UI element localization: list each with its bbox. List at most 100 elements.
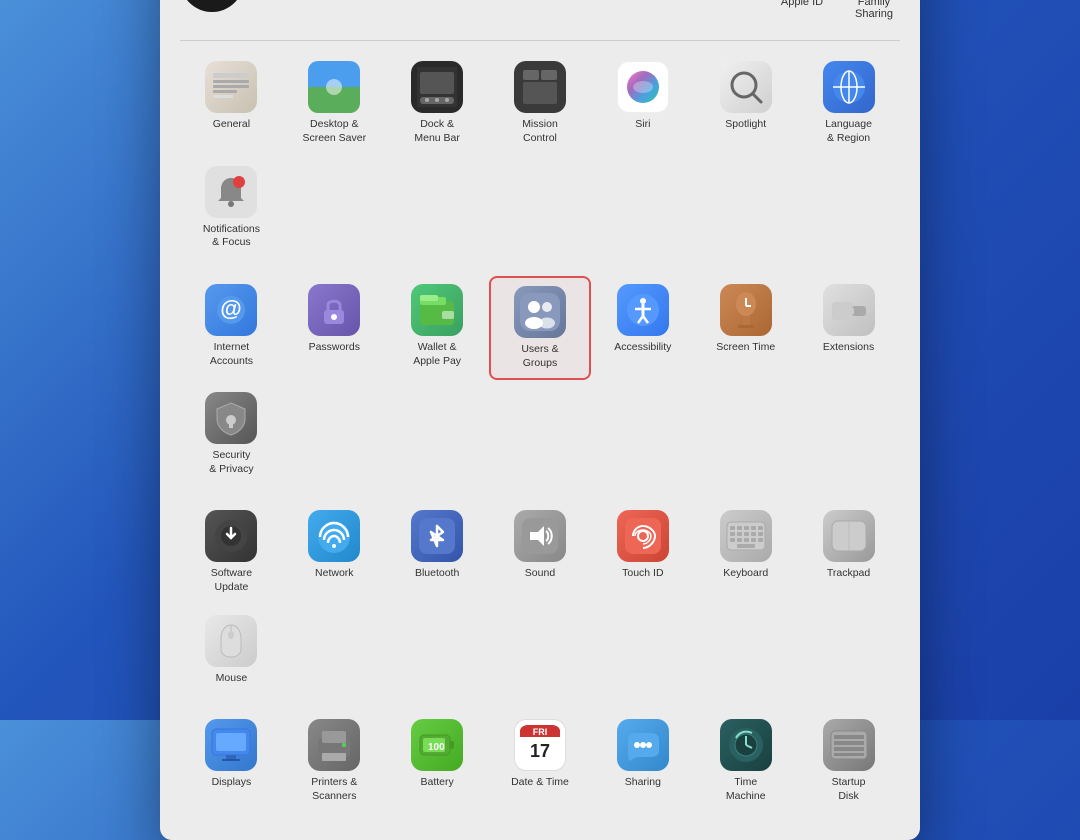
users-icon — [514, 286, 566, 338]
language-icon — [823, 61, 875, 113]
sidebar-item-dock[interactable]: Dock &Menu Bar — [386, 53, 489, 153]
dock-icon — [411, 61, 463, 113]
avatar[interactable]: PM — [180, 0, 244, 12]
sidebar-item-network[interactable]: Network — [283, 502, 386, 602]
spotlight-label: Spotlight — [725, 118, 766, 132]
network-icon — [308, 510, 360, 562]
printers-icon — [308, 719, 360, 771]
sidebar-item-timemachine[interactable]: TimeMachine — [694, 711, 797, 811]
spotlight-icon — [720, 61, 772, 113]
general-icon — [205, 61, 257, 113]
screentime-label: Screen Time — [716, 341, 775, 355]
sidebar-item-passwords[interactable]: Passwords — [283, 276, 386, 380]
accessibility-label: Accessibility — [614, 341, 671, 355]
sidebar-item-sharing[interactable]: Sharing — [591, 711, 694, 811]
passwords-icon — [308, 284, 360, 336]
timemachine-label: TimeMachine — [726, 776, 766, 803]
passwords-label: Passwords — [309, 341, 360, 355]
system-preferences-window: ‹ › ⊞ System Preferences 🔍 PM Parsanme A… — [160, 0, 920, 840]
row-4: Displays Printers &Scanners — [180, 711, 900, 811]
sidebar-item-extensions[interactable]: Extensions — [797, 276, 900, 380]
mission-icon — [514, 61, 566, 113]
desktop-icon — [308, 61, 360, 113]
language-label: Language& Region — [825, 118, 872, 145]
sidebar-item-desktop[interactable]: Desktop &Screen Saver — [283, 53, 386, 153]
screentime-icon — [720, 284, 772, 336]
sidebar-item-bluetooth[interactable]: Bluetooth — [386, 502, 489, 602]
software-icon — [205, 510, 257, 562]
users-label: Users &Groups — [521, 343, 558, 370]
sidebar-item-touchid[interactable]: Touch ID — [591, 502, 694, 602]
sidebar-item-keyboard[interactable]: Keyboard — [694, 502, 797, 602]
sidebar-item-spotlight[interactable]: Spotlight — [694, 53, 797, 153]
family-sharing-item[interactable]: FamilySharing — [848, 0, 900, 20]
touchid-icon — [617, 510, 669, 562]
svg-text:@: @ — [221, 296, 242, 321]
sidebar-item-datetime[interactable]: FRI 17 Date & Time — [489, 711, 592, 811]
sidebar-item-accessibility[interactable]: Accessibility — [591, 276, 694, 380]
svg-text:100: 100 — [428, 742, 445, 753]
battery-icon: 100 — [411, 719, 463, 771]
divider-1 — [180, 40, 900, 41]
extensions-label: Extensions — [823, 341, 874, 355]
accessibility-icon — [617, 284, 669, 336]
sidebar-item-displays[interactable]: Displays — [180, 711, 283, 811]
sidebar-item-battery[interactable]: 100 Battery — [386, 711, 489, 811]
touchid-label: Touch ID — [622, 567, 663, 581]
family-sharing-label: FamilySharing — [855, 0, 893, 20]
profile-left: PM Parsanme Apple ID, iCloud, Media & Ap… — [180, 0, 451, 12]
sidebar-item-mouse[interactable]: Mouse — [180, 607, 283, 694]
security-label: Security& Privacy — [209, 449, 253, 476]
bluetooth-label: Bluetooth — [415, 567, 459, 581]
printers-label: Printers &Scanners — [311, 776, 357, 803]
startup-label: StartupDisk — [832, 776, 866, 803]
timemachine-icon — [720, 719, 772, 771]
notifications-icon — [205, 166, 257, 218]
sidebar-item-sound[interactable]: Sound — [489, 502, 592, 602]
mission-label: MissionControl — [522, 118, 558, 145]
sidebar-item-users[interactable]: Users &Groups — [489, 276, 592, 380]
datetime-label: Date & Time — [511, 776, 569, 790]
apple-id-label: Apple ID — [781, 0, 823, 8]
battery-label: Battery — [421, 776, 454, 790]
startup-icon — [823, 719, 875, 771]
mouse-label: Mouse — [216, 672, 248, 686]
sidebar-item-general[interactable]: General — [180, 53, 283, 153]
sidebar-item-mission[interactable]: MissionControl — [489, 53, 592, 153]
profile-row: PM Parsanme Apple ID, iCloud, Media & Ap… — [180, 0, 900, 20]
sidebar-item-security[interactable]: Security& Privacy — [180, 384, 283, 484]
row-3: SoftwareUpdate Network — [180, 502, 900, 693]
software-label: SoftwareUpdate — [211, 567, 252, 594]
sidebar-item-software[interactable]: SoftwareUpdate — [180, 502, 283, 602]
sound-icon — [514, 510, 566, 562]
notifications-label: Notifications& Focus — [203, 223, 260, 250]
row-2: @ InternetAccounts Passwords — [180, 276, 900, 485]
siri-icon — [617, 61, 669, 113]
apple-id-item[interactable]: Apple ID — [776, 0, 828, 20]
row-1: General Desktop &Screen Saver — [180, 53, 900, 258]
dock-label: Dock &Menu Bar — [414, 118, 460, 145]
sidebar-item-printers[interactable]: Printers &Scanners — [283, 711, 386, 811]
sidebar-item-screentime[interactable]: Screen Time — [694, 276, 797, 380]
sharing-icon — [617, 719, 669, 771]
sharing-label: Sharing — [625, 776, 661, 790]
profile-right: Apple ID FamilySharing — [776, 0, 900, 20]
sidebar-item-internet[interactable]: @ InternetAccounts — [180, 276, 283, 380]
internet-icon: @ — [205, 284, 257, 336]
bluetooth-icon — [411, 510, 463, 562]
desktop-label: Desktop &Screen Saver — [302, 118, 366, 145]
content-area: PM Parsanme Apple ID, iCloud, Media & Ap… — [160, 0, 920, 840]
mouse-icon — [205, 615, 257, 667]
sidebar-item-startup[interactable]: StartupDisk — [797, 711, 900, 811]
sound-label: Sound — [525, 567, 555, 581]
keyboard-icon — [720, 510, 772, 562]
wallet-label: Wallet &Apple Pay — [413, 341, 461, 368]
sidebar-item-siri[interactable]: Siri — [591, 53, 694, 153]
keyboard-label: Keyboard — [723, 567, 768, 581]
sidebar-item-language[interactable]: Language& Region — [797, 53, 900, 153]
sidebar-item-notifications[interactable]: Notifications& Focus — [180, 158, 283, 258]
displays-label: Displays — [212, 776, 252, 790]
sidebar-item-trackpad[interactable]: Trackpad — [797, 502, 900, 602]
trackpad-icon — [823, 510, 875, 562]
sidebar-item-wallet[interactable]: Wallet &Apple Pay — [386, 276, 489, 380]
